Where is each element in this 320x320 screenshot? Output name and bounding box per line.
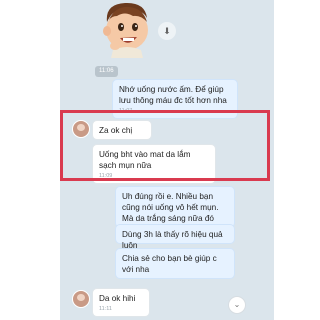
- message-bubble-outgoing[interactable]: Chia sẻ cho bạn bè giúp c với nha: [115, 248, 235, 279]
- cartoon-boy-sticker-icon[interactable]: [95, 0, 157, 58]
- avatar[interactable]: [72, 290, 90, 308]
- highlight-box: [60, 110, 270, 181]
- message-time: 11:11: [99, 306, 112, 312]
- download-icon[interactable]: ⬇: [158, 22, 176, 40]
- message-text: Chia sẻ cho bạn bè giúp c với nha: [122, 254, 217, 274]
- message-text: Nhớ uống nước ấm. Để giúp lưu thông máu …: [119, 85, 227, 105]
- message-bubble-outgoing[interactable]: Uh đúng rồi e. Nhiều bạn cũng nói uống v…: [115, 186, 235, 228]
- chevron-down-icon[interactable]: ⌄: [228, 296, 246, 314]
- message-bubble-outgoing[interactable]: Dùng 3h là thấy rõ hiệu quả luôn: [115, 224, 235, 250]
- message-text: Uh đúng rồi e. Nhiều bạn cũng nói uống v…: [122, 192, 219, 223]
- message-text: Da ok hihi: [99, 294, 136, 303]
- time-divider: 11:06: [95, 66, 118, 77]
- message-bubble-incoming[interactable]: Da ok hihi 11:11: [92, 288, 150, 317]
